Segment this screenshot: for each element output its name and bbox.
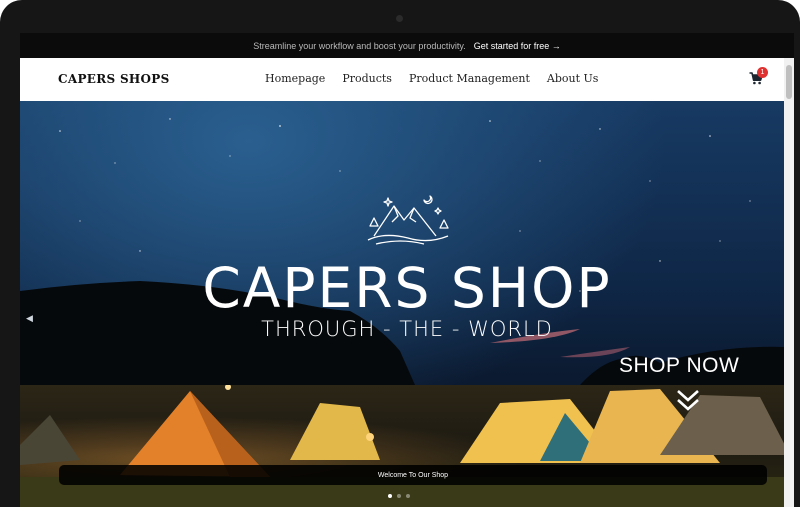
scrollbar[interactable]	[784, 58, 794, 507]
nav-item-product-management[interactable]: Product Management	[409, 72, 530, 85]
hero-carousel: CAPERS SHOP THROUGH - THE - WORLD SHOP N…	[20, 101, 784, 507]
campsite-photo	[20, 385, 784, 507]
mountain-logo-icon	[367, 195, 449, 245]
nav-menu: Homepage Products Product Management Abo…	[265, 72, 598, 85]
brand-logo[interactable]: CAPERS SHOPS	[58, 72, 170, 86]
scrollbar-thumb[interactable]	[786, 65, 792, 99]
laptop-frame: Streamline your workflow and boost your …	[0, 0, 800, 507]
nav-item-about-us[interactable]: About Us	[547, 72, 599, 85]
cart-button[interactable]: 1	[749, 67, 768, 86]
hero-subtitle: THROUGH - THE - WORLD	[261, 317, 553, 341]
cart-count-badge: 1	[757, 67, 768, 78]
nav-item-homepage[interactable]: Homepage	[265, 72, 325, 85]
nav-item-products[interactable]: Products	[342, 72, 392, 85]
carousel-dot[interactable]	[406, 494, 410, 498]
hero-title: CAPERS SHOP	[202, 256, 612, 320]
arrow-right-icon: →	[551, 40, 561, 51]
shop-now-button[interactable]: SHOP NOW	[619, 354, 739, 378]
welcome-banner: Welcome To Our Shop	[59, 465, 767, 485]
carousel-dot[interactable]	[388, 494, 392, 498]
chevron-down-icon[interactable]	[675, 387, 701, 413]
promo-cta-label: Get started for free	[473, 40, 550, 51]
top-navbar: CAPERS SHOPS Homepage Products Product M…	[20, 58, 784, 101]
promo-bar: Streamline your workflow and boost your …	[20, 33, 794, 58]
promo-cta-link[interactable]: Get started for free →	[474, 41, 561, 51]
carousel-dot[interactable]	[397, 494, 401, 498]
camera-icon	[396, 15, 403, 22]
arrow-left-icon[interactable]: ◀	[26, 313, 33, 324]
carousel-indicators	[388, 494, 410, 498]
promo-text: Streamline your workflow and boost your …	[253, 40, 466, 51]
screen: Streamline your workflow and boost your …	[20, 33, 794, 507]
